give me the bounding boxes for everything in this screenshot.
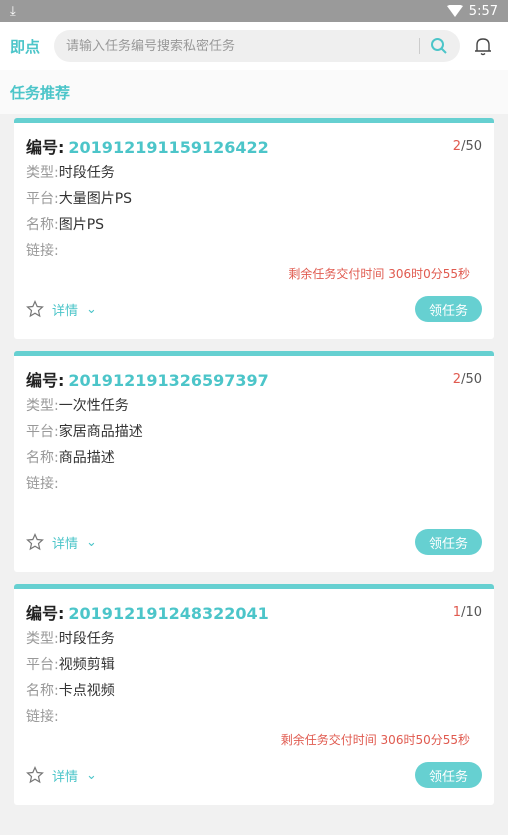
notification-button[interactable] bbox=[468, 36, 498, 56]
task-type-row: 类型: 时段任务 bbox=[26, 631, 115, 647]
task-list: 编号: 201912191159126422 2/50 类型: 时段任务 平台: 大量… bbox=[0, 114, 508, 805]
search-divider bbox=[419, 38, 420, 54]
task-name-row: 名称: 图片PS bbox=[26, 217, 105, 233]
app-header: 即点 bbox=[0, 22, 508, 70]
status-bar: ⤓ 5:57 bbox=[0, 0, 508, 22]
task-card: 编号: 201912191326597397 2/50 类型: 一次性任务 平台: 家… bbox=[14, 351, 494, 572]
task-number: 201912191326597397 bbox=[68, 371, 269, 390]
bell-icon bbox=[475, 38, 491, 56]
task-link-row: 链接: bbox=[26, 243, 59, 259]
task-number-label: 编号: bbox=[26, 138, 65, 157]
task-number: 201912191159126422 bbox=[68, 138, 269, 157]
wifi-icon bbox=[446, 5, 463, 17]
download-icon: ⤓ bbox=[10, 3, 16, 19]
task-platform-row: 平台: 大量图片PS bbox=[26, 191, 133, 207]
search-icon[interactable] bbox=[430, 37, 448, 55]
remaining-time: 剩余任务交付时间 306时0分55秒 bbox=[288, 267, 470, 281]
remaining-time: 剩余任务交付时间 306时50分55秒 bbox=[280, 733, 470, 747]
detail-toggle[interactable]: 详情 ⌄ bbox=[26, 766, 97, 785]
task-link-row: 链接: bbox=[26, 476, 59, 492]
chevron-down-icon: ⌄ bbox=[86, 767, 97, 783]
task-type-row: 类型: 一次性任务 bbox=[26, 398, 129, 414]
detail-toggle[interactable]: 详情 ⌄ bbox=[26, 533, 97, 552]
task-count: 2/50 bbox=[452, 138, 482, 154]
star-icon[interactable] bbox=[26, 533, 44, 551]
task-number-label: 编号: bbox=[26, 371, 65, 390]
task-count: 1/10 bbox=[452, 604, 482, 620]
detail-toggle[interactable]: 详情 ⌄ bbox=[26, 300, 97, 319]
task-platform-row: 平台: 家居商品描述 bbox=[26, 424, 143, 440]
task-name-row: 名称: 卡点视频 bbox=[26, 683, 115, 699]
task-link-row: 链接: bbox=[26, 709, 59, 725]
task-platform-row: 平台: 视频剪辑 bbox=[26, 657, 115, 673]
app-logo: 即点 bbox=[10, 37, 41, 56]
task-number-label: 编号: bbox=[26, 604, 65, 623]
task-count: 2/50 bbox=[452, 371, 482, 387]
detail-label: 详情 bbox=[52, 536, 79, 552]
detail-label: 详情 bbox=[52, 769, 79, 785]
search-bar[interactable] bbox=[54, 30, 460, 62]
status-time: 5:57 bbox=[468, 3, 498, 19]
chevron-down-icon: ⌄ bbox=[86, 301, 97, 317]
task-type-row: 类型: 时段任务 bbox=[26, 165, 115, 181]
remaining-time bbox=[26, 496, 482, 518]
claim-task-button[interactable]: 领任务 bbox=[414, 762, 482, 788]
task-name-row: 名称: 商品描述 bbox=[26, 450, 115, 466]
star-icon[interactable] bbox=[26, 300, 44, 318]
task-card: 编号: 201912191248322041 1/10 类型: 时段任务 平台: 视频… bbox=[14, 584, 494, 805]
chevron-down-icon: ⌄ bbox=[86, 534, 97, 550]
task-card: 编号: 201912191159126422 2/50 类型: 时段任务 平台: 大量… bbox=[14, 118, 494, 339]
task-number: 201912191248322041 bbox=[68, 604, 269, 623]
claim-task-button[interactable]: 领任务 bbox=[414, 296, 482, 322]
star-icon[interactable] bbox=[26, 766, 44, 784]
detail-label: 详情 bbox=[52, 303, 79, 319]
search-input[interactable] bbox=[66, 38, 409, 54]
section-title: 任务推荐 bbox=[0, 70, 508, 114]
claim-task-button[interactable]: 领任务 bbox=[414, 529, 482, 555]
